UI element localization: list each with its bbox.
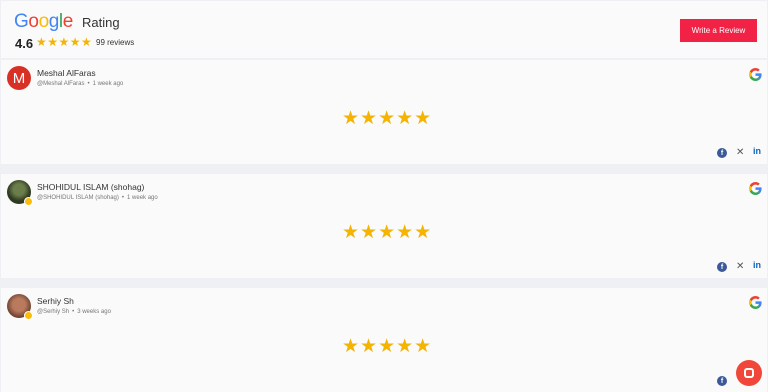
logo-letter: G	[14, 11, 29, 32]
google-logo-icon	[749, 182, 762, 195]
reviewer-name[interactable]: Serhiy Sh	[37, 296, 74, 306]
x-icon[interactable]: ✕	[736, 261, 744, 272]
linkedin-icon[interactable]: in	[753, 146, 761, 156]
reviewer-badge-icon	[24, 311, 33, 320]
reviewer-name[interactable]: Meshal AlFaras	[37, 68, 96, 78]
logo-letter: o	[38, 11, 50, 32]
logo-letter: o	[28, 11, 39, 32]
review-time: 3 weeks ago	[77, 309, 111, 315]
google-logo: Google	[14, 11, 73, 33]
linkedin-icon[interactable]: in	[753, 260, 761, 270]
review-card: Serhiy Sh @Serhiy Sh • 3 weeks ago ★★★★★ f	[1, 288, 767, 392]
facebook-icon[interactable]: f	[717, 376, 727, 386]
reviewer-handle: @SHOHIDUL ISLAM (shohag)	[37, 195, 119, 201]
chat-button[interactable]	[736, 360, 762, 386]
write-review-button[interactable]: Write a Review	[680, 19, 757, 42]
reviewer-badge-icon	[24, 197, 33, 206]
review-card: M Meshal AlFaras @Meshal AlFaras • 1 week …	[1, 60, 767, 164]
avatar: M	[7, 66, 31, 90]
separator-dot: •	[121, 195, 125, 201]
reviewer-name[interactable]: SHOHIDUL ISLAM (shohag)	[37, 182, 144, 192]
google-logo-icon	[749, 68, 762, 81]
review-meta: @SHOHIDUL ISLAM (shohag) • 1 week ago	[37, 195, 158, 201]
reviewer-handle: @Serhiy Sh	[37, 309, 70, 315]
review-stars-icon: ★★★★★	[342, 336, 433, 357]
header-stars-icon: ★★★★★	[36, 35, 93, 49]
facebook-icon[interactable]: f	[717, 262, 727, 272]
rating-score: 4.6	[15, 36, 34, 51]
x-icon[interactable]: ✕	[736, 147, 744, 158]
review-meta: @Meshal AlFaras • 1 week ago	[37, 81, 123, 87]
rating-title: Rating	[82, 15, 120, 30]
logo-letter: e	[62, 11, 74, 32]
logo-letter: g	[48, 11, 60, 32]
review-time: 1 week ago	[92, 81, 124, 87]
separator-dot: •	[72, 309, 75, 315]
google-logo-icon	[749, 296, 762, 309]
review-time: 1 week ago	[127, 195, 158, 201]
review-count: 99 reviews	[96, 38, 135, 47]
facebook-icon[interactable]: f	[717, 148, 727, 158]
review-stars-icon: ★★★★★	[342, 108, 433, 129]
rating-header: Google Rating 4.6 ★★★★★ 99 reviews Write…	[1, 1, 767, 58]
review-stars-icon: ★★★★★	[342, 222, 433, 243]
review-card: SHOHIDUL ISLAM (shohag) @SHOHIDUL ISLAM …	[1, 174, 767, 278]
separator-dot: •	[87, 81, 90, 87]
chat-icon	[744, 368, 754, 378]
review-meta: @Serhiy Sh • 3 weeks ago	[37, 309, 111, 315]
reviewer-handle: @Meshal AlFaras	[37, 81, 85, 87]
